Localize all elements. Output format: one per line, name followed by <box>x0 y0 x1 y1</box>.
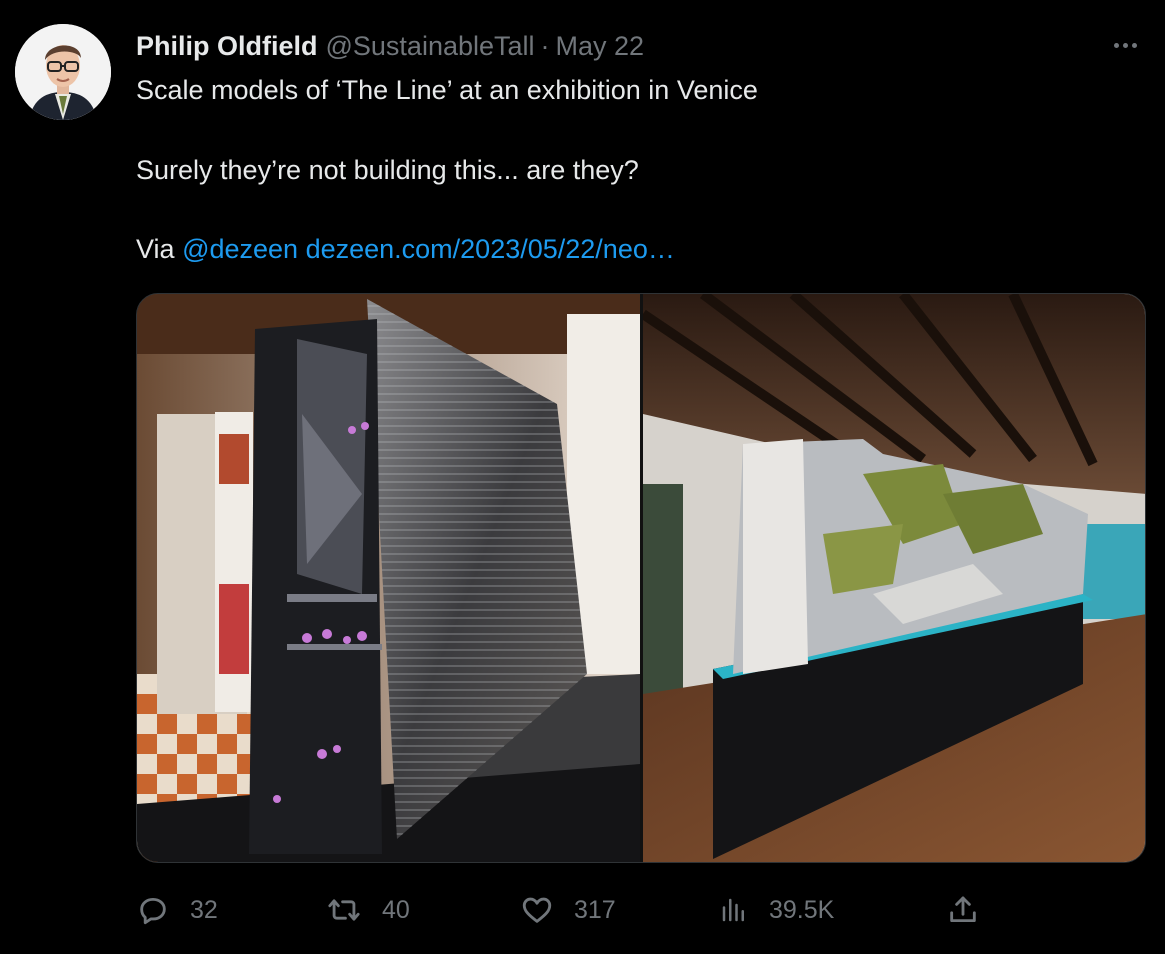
tweet-actions: 32 40 317 39.5K <box>136 889 1146 931</box>
like-button[interactable]: 317 <box>520 889 616 931</box>
more-options-button[interactable] <box>1107 30 1143 60</box>
share-icon <box>950 896 976 923</box>
views-button[interactable]: 39.5K <box>719 889 834 931</box>
views-icon <box>722 898 744 922</box>
author-display-name[interactable]: Philip Oldfield <box>136 31 318 62</box>
more-icon <box>1113 42 1119 48</box>
author-handle[interactable]: @SustainableTall <box>326 31 535 62</box>
reply-icon <box>140 897 166 925</box>
avatar[interactable] <box>15 24 111 120</box>
views-count: 39.5K <box>769 895 835 924</box>
tweet: Philip Oldfield @SustainableTall · May 2… <box>0 0 1165 954</box>
tweet-text-line-2: Surely they’re not building this... are … <box>136 155 639 185</box>
media-grid <box>136 293 1146 863</box>
url-link[interactable]: dezeen.com/2023/05/22/neo… <box>306 234 675 264</box>
retweet-icon <box>328 899 360 921</box>
separator-dot: · <box>540 30 550 61</box>
mention-link[interactable]: @dezeen <box>182 234 298 264</box>
via-label: Via <box>136 234 175 264</box>
share-button[interactable] <box>946 889 980 931</box>
heart-icon <box>522 897 552 923</box>
retweet-count: 40 <box>382 895 410 924</box>
reply-count: 32 <box>190 895 218 924</box>
media-photo-left[interactable] <box>137 294 640 862</box>
like-count: 317 <box>574 895 616 924</box>
reply-button[interactable]: 32 <box>136 889 218 931</box>
tweet-date[interactable]: May 22 <box>556 31 645 62</box>
tweet-text-line-1: Scale models of ‘The Line’ at an exhibit… <box>136 75 758 105</box>
tweet-header: Philip Oldfield @SustainableTall · May 2… <box>136 28 644 64</box>
media-photo-right[interactable] <box>643 294 1145 862</box>
tweet-text-line-3: Via @dezeen dezeen.com/2023/05/22/neo… <box>136 231 675 267</box>
retweet-button[interactable]: 40 <box>326 889 410 931</box>
